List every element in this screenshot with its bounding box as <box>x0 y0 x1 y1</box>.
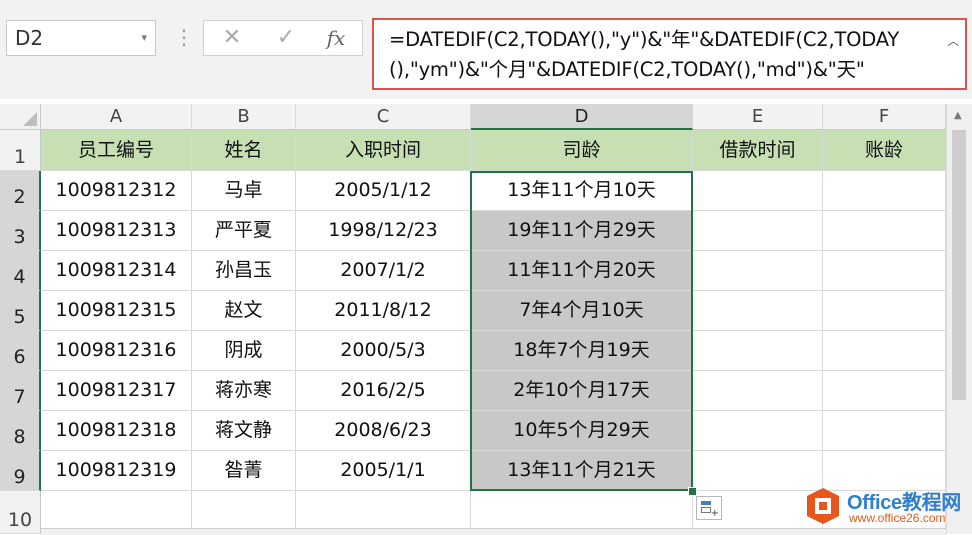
cell-b2[interactable]: 马卓 <box>192 171 296 211</box>
cell-a7[interactable]: 1009812317 <box>41 371 192 411</box>
cell-b9[interactable]: 昝菁 <box>192 451 296 491</box>
cell-e7[interactable] <box>693 371 823 411</box>
cell-e6[interactable] <box>693 331 823 371</box>
quick-analysis-button[interactable]: + <box>696 496 722 520</box>
row-header-3[interactable]: 3 <box>0 211 41 251</box>
cell-f6[interactable] <box>823 331 946 371</box>
cell-a5[interactable]: 1009812315 <box>41 291 192 331</box>
cell-f7[interactable] <box>823 371 946 411</box>
check-icon[interactable]: ✓ <box>266 21 306 55</box>
cell-a9[interactable]: 1009812319 <box>41 451 192 491</box>
row-header-8[interactable]: 8 <box>0 411 41 451</box>
column-header-d[interactable]: D <box>471 104 693 130</box>
header-cell-account-age[interactable]: 账龄 <box>823 130 946 171</box>
column-header-f[interactable]: F <box>823 104 946 130</box>
header-cell-hire-date[interactable]: 入职时间 <box>296 130 471 171</box>
quick-analysis-plus-icon: + <box>710 508 719 519</box>
watermark-logo: Office教程网 www.office26.com <box>803 484 968 530</box>
insert-function-icon[interactable]: fx <box>316 21 356 55</box>
row-header-1[interactable]: 1 <box>0 130 41 171</box>
cell-f8[interactable] <box>823 411 946 451</box>
fill-handle[interactable] <box>688 487 697 496</box>
cell-e3[interactable] <box>693 211 823 251</box>
row-header-7[interactable]: 7 <box>0 371 41 411</box>
cell-f3[interactable] <box>823 211 946 251</box>
cell-b5[interactable]: 赵文 <box>192 291 296 331</box>
office-logo-icon <box>807 488 839 524</box>
chevron-down-icon[interactable]: ▾ <box>141 21 147 55</box>
cell-c9[interactable]: 2005/1/1 <box>296 451 471 491</box>
cell-e4[interactable] <box>693 251 823 291</box>
header-cell-loan-date[interactable]: 借款时间 <box>693 130 823 171</box>
row-header-10[interactable]: 10 <box>0 491 41 534</box>
name-box-value: D2 <box>15 26 44 50</box>
formula-bar-area: D2 ▾ ⋮ ✕ ✓ fx =DATEDIF(C2,TODAY(),"y")&"… <box>0 0 972 99</box>
cell-f5[interactable] <box>823 291 946 331</box>
column-header-e[interactable]: E <box>693 104 823 130</box>
row-header-2[interactable]: 2 <box>0 171 41 211</box>
selection-range-border <box>470 171 693 491</box>
quick-analysis-icon-box <box>701 507 711 513</box>
cancel-icon[interactable]: ✕ <box>212 21 252 55</box>
quick-analysis-icon <box>701 501 711 505</box>
cell-b6[interactable]: 阴成 <box>192 331 296 371</box>
cell-a6[interactable]: 1009812316 <box>41 331 192 371</box>
cell-b8[interactable]: 蒋文静 <box>192 411 296 451</box>
cell-a3[interactable]: 1009812313 <box>41 211 192 251</box>
cell-b7[interactable]: 蒋亦寒 <box>192 371 296 411</box>
name-box[interactable]: D2 ▾ <box>6 20 156 56</box>
cell-c6[interactable]: 2000/5/3 <box>296 331 471 371</box>
row-header-5[interactable]: 5 <box>0 291 41 331</box>
select-all-triangle-icon <box>23 112 37 126</box>
select-all-corner[interactable] <box>0 104 41 130</box>
cell-c2[interactable]: 2005/1/12 <box>296 171 471 211</box>
cell-a2[interactable]: 1009812312 <box>41 171 192 211</box>
cell-f2[interactable] <box>823 171 946 211</box>
cell-e5[interactable] <box>693 291 823 331</box>
cell-f4[interactable] <box>823 251 946 291</box>
cell-b4[interactable]: 孙昌玉 <box>192 251 296 291</box>
row-header-6[interactable]: 6 <box>0 331 41 371</box>
cell-b3[interactable]: 严平夏 <box>192 211 296 251</box>
row-header-9[interactable]: 9 <box>0 451 41 491</box>
cell-a8[interactable]: 1009812318 <box>41 411 192 451</box>
more-options-icon[interactable]: ⋮ <box>174 24 194 50</box>
header-cell-seniority[interactable]: 司龄 <box>471 130 693 171</box>
column-header-b[interactable]: B <box>192 104 296 130</box>
cell-c5[interactable]: 2011/8/12 <box>296 291 471 331</box>
cell-c4[interactable]: 2007/1/2 <box>296 251 471 291</box>
cell-c3[interactable]: 1998/12/23 <box>296 211 471 251</box>
collapse-formula-bar-icon[interactable]: ︿ <box>947 26 959 56</box>
header-cell-employee-id[interactable]: 员工编号 <box>41 130 192 171</box>
cell-e2[interactable] <box>693 171 823 211</box>
cell-e8[interactable] <box>693 411 823 451</box>
row-header-4[interactable]: 4 <box>0 251 41 291</box>
column-header-c[interactable]: C <box>296 104 471 130</box>
column-header-a[interactable]: A <box>41 104 192 130</box>
scroll-up-arrow-icon[interactable]: ▲ <box>954 110 962 121</box>
cell-c8[interactable]: 2008/6/23 <box>296 411 471 451</box>
cell-c7[interactable]: 2016/2/5 <box>296 371 471 411</box>
cell-a4[interactable]: 1009812314 <box>41 251 192 291</box>
formula-buttons: ✕ ✓ fx <box>203 20 363 56</box>
vertical-scrollbar[interactable]: ▲ <box>946 104 972 534</box>
formula-input[interactable]: =DATEDIF(C2,TODAY(),"y")&"年"&DATEDIF(C2,… <box>372 18 967 90</box>
formula-text: =DATEDIF(C2,TODAY(),"y")&"年"&DATEDIF(C2,… <box>389 28 900 81</box>
scrollbar-thumb[interactable] <box>952 130 966 400</box>
header-cell-name[interactable]: 姓名 <box>192 130 296 171</box>
watermark-url: www.office26.com <box>849 511 946 525</box>
